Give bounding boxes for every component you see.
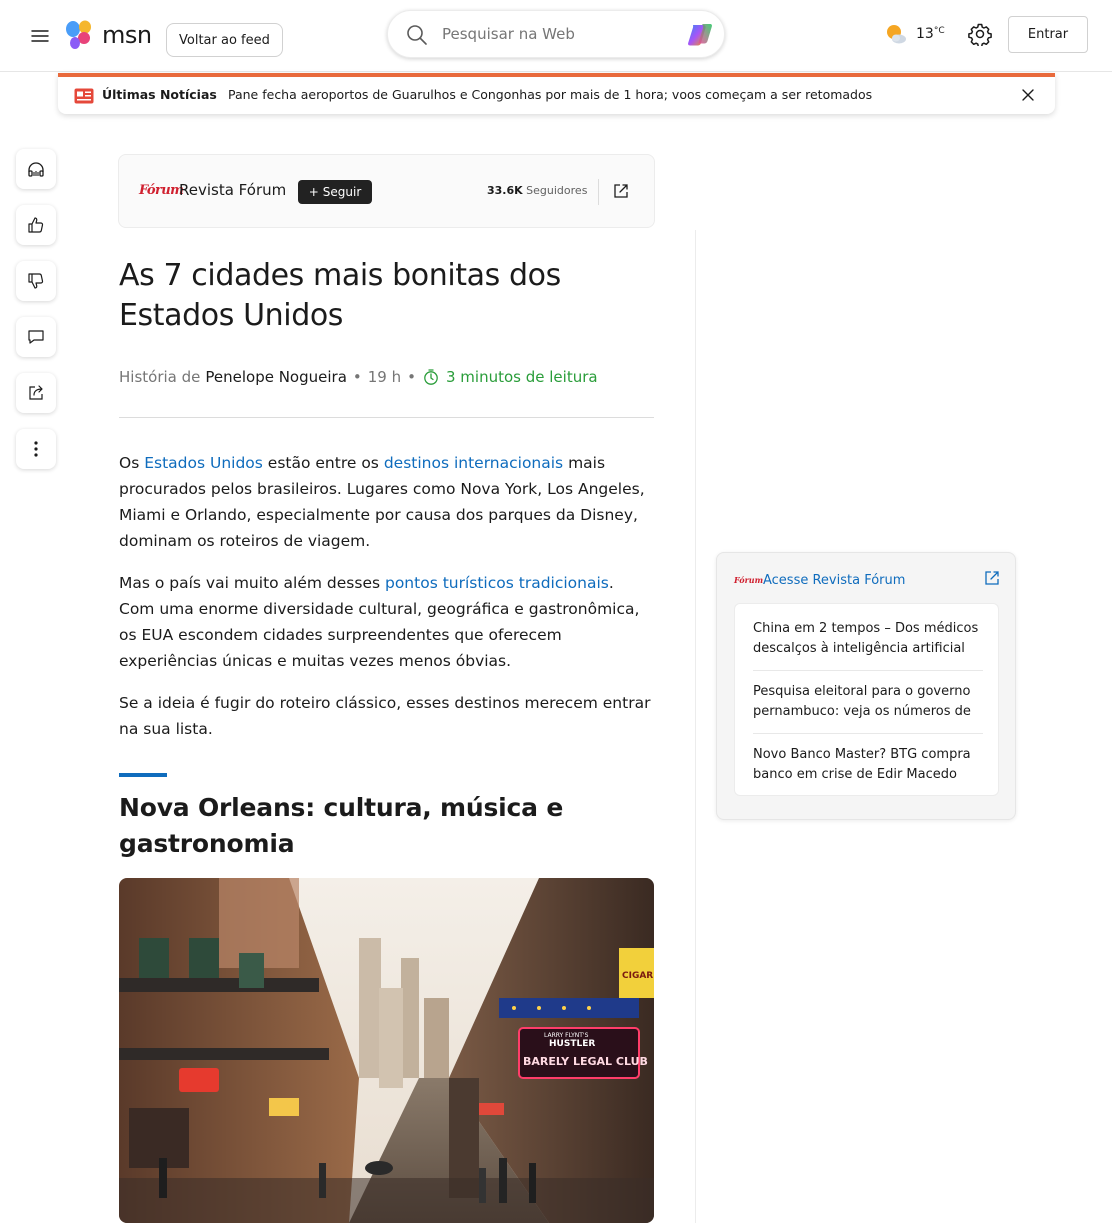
comment-icon	[28, 330, 44, 344]
article-paragraph-1: Os Estados Unidos estão entre os destino…	[119, 454, 645, 550]
search-icon	[407, 25, 427, 45]
widget-article-list: China em 2 tempos – Dos médicos descalço…	[734, 603, 999, 796]
sign-larry-text: LARRY FLYNT'S	[544, 1032, 589, 1039]
sign-hustler-text: HUSTLER	[549, 1039, 595, 1049]
close-icon[interactable]	[1019, 86, 1037, 104]
article-paragraph-2: Mas o país vai muito além desses pontos …	[119, 574, 640, 670]
section-heading: Nova Orleans: cultura, música e gastrono…	[119, 793, 564, 858]
dislike-button[interactable]	[16, 261, 56, 301]
publisher-card: Fórum Revista Fórum + Seguir 33.6K Segui…	[118, 154, 655, 228]
hamburger-menu-icon[interactable]	[28, 24, 52, 48]
login-button[interactable]: Entrar	[1008, 16, 1088, 53]
byline-divider	[119, 417, 654, 418]
section-accent-bar	[119, 773, 167, 777]
search-input[interactable]	[442, 21, 672, 47]
widget-title-link[interactable]: Acesse Revista Fórum	[763, 573, 905, 588]
article-photo-new-orleans[interactable]: CIGAR CIGAR LARRY FLYNT'S HUSTLER BARELY…	[119, 878, 654, 1223]
sign-barely-text: BARELY LEGAL CLUB	[523, 1055, 648, 1068]
author-name[interactable]: Penelope Nogueira	[205, 368, 347, 386]
more-options-button[interactable]	[16, 429, 56, 469]
widget-article-item[interactable]: Novo Banco Master? BTG compra banco em c…	[753, 745, 983, 785]
back-to-feed-button[interactable]: Voltar ao feed	[166, 23, 283, 57]
headphones-icon	[28, 162, 44, 177]
weather-temperature: 13°C	[916, 26, 945, 42]
comment-button[interactable]	[16, 317, 56, 357]
partly-cloudy-icon	[887, 25, 906, 44]
timer-icon	[424, 369, 438, 385]
publisher-name[interactable]: Revista Fórum	[179, 181, 286, 199]
settings-gear-icon[interactable]	[968, 22, 992, 46]
widget-article-item[interactable]: China em 2 tempos – Dos médicos descalço…	[753, 619, 983, 659]
article-paragraph-3: Se a ideia é fugir do roteiro clássico, …	[119, 694, 651, 738]
widget-separator	[753, 670, 983, 671]
msn-logo-text: msn	[102, 21, 152, 49]
publish-time: 19 h	[367, 368, 402, 386]
link-pontos-turisticos[interactable]: pontos turísticos tradicionais	[385, 574, 609, 592]
breaking-news-label: Últimas Notícias	[102, 87, 217, 102]
widget-publisher-logo: Fórum	[734, 575, 764, 585]
share-button[interactable]	[16, 373, 56, 413]
top-header: msn Voltar ao feed 13°C Entrar	[0, 0, 1112, 72]
article-action-rail	[16, 149, 56, 485]
publisher-divider	[598, 179, 599, 205]
link-destinos-internacionais[interactable]: destinos internacionais	[384, 454, 563, 472]
thumbs-down-icon	[28, 273, 44, 289]
breaking-news-banner[interactable]: Últimas Notícias Pane fecha aeroportos d…	[58, 73, 1055, 114]
follow-button[interactable]: + Seguir	[298, 180, 372, 204]
widget-article-item[interactable]: Pesquisa eleitoral para o governo pernam…	[753, 682, 983, 722]
article-title: As 7 cidades mais bonitas dos Estados Un…	[119, 258, 561, 333]
column-divider	[695, 230, 696, 1223]
followers-count: 33.6K Seguidores	[487, 184, 588, 197]
external-link-icon[interactable]	[983, 569, 1001, 587]
follow-label: Seguir	[322, 185, 362, 199]
msn-butterfly-icon	[66, 20, 91, 49]
listen-button[interactable]	[16, 149, 56, 189]
like-button[interactable]	[16, 205, 56, 245]
publisher-logo[interactable]: Fórum	[139, 183, 184, 198]
widget-separator	[753, 733, 983, 734]
read-time: 3 minutos de leitura	[422, 368, 598, 386]
external-link-icon[interactable]	[612, 182, 630, 200]
sign-cigar-text: CIGAR CIGAR	[622, 971, 654, 981]
article-byline: História de Penelope Nogueira • 19 h • 3…	[119, 368, 598, 386]
msn-logo[interactable]: msn	[64, 18, 152, 52]
more-icon	[34, 441, 38, 457]
weather-widget[interactable]: 13°C	[884, 22, 945, 46]
publisher-widget: Fórum Acesse Revista Fórum China em 2 te…	[716, 552, 1016, 820]
thumbs-up-icon	[28, 217, 44, 233]
plus-icon: +	[308, 185, 319, 199]
share-icon	[29, 385, 43, 400]
byline-prefix: História de	[119, 368, 201, 386]
breaking-news-headline[interactable]: Pane fecha aeroportos de Guarulhos e Con…	[228, 87, 872, 102]
search-bar[interactable]	[387, 10, 725, 58]
news-icon	[74, 88, 94, 104]
link-estados-unidos[interactable]: Estados Unidos	[144, 454, 263, 472]
copilot-icon[interactable]	[684, 19, 716, 51]
